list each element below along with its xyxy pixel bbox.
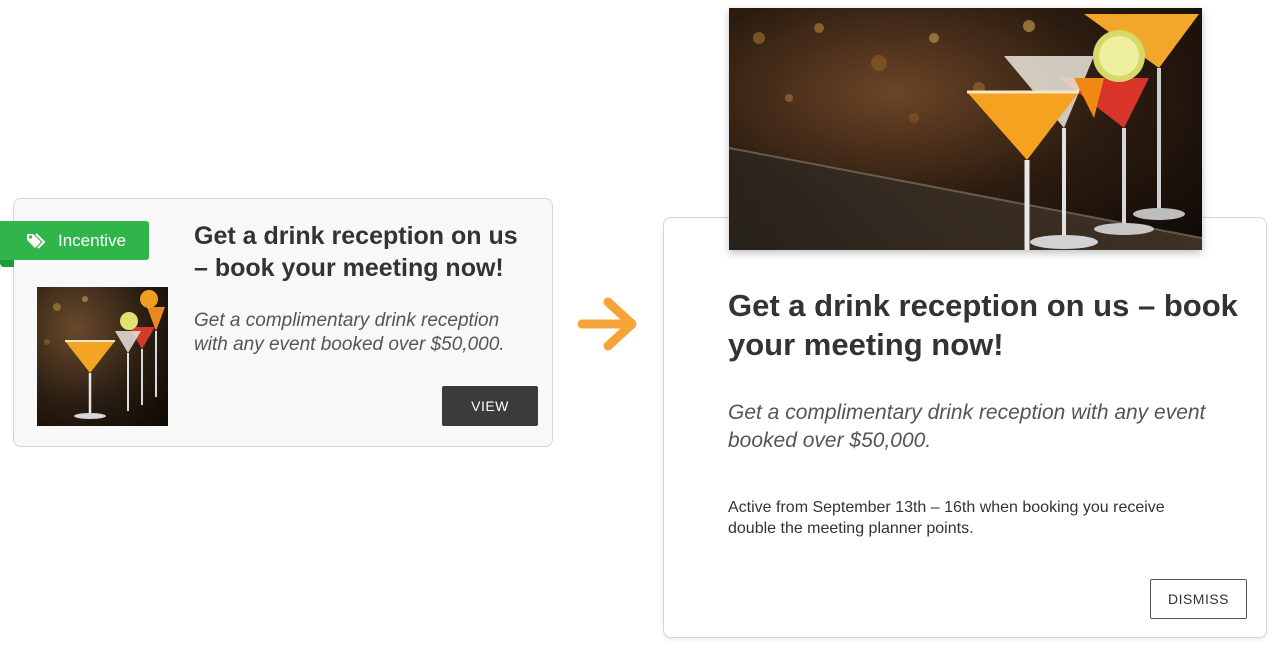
cocktail-thumbnail: [37, 287, 168, 426]
cocktail-hero-image: [729, 8, 1202, 250]
dismiss-button[interactable]: DISMISS: [1150, 579, 1247, 619]
large-card-description: Get a complimentary drink reception with…: [728, 401, 1206, 452]
incentive-tag: Incentive: [0, 221, 149, 260]
price-tag-icon: [26, 232, 48, 250]
small-card-description: Get a complimentary drink reception with…: [194, 310, 505, 355]
view-button[interactable]: VIEW: [442, 386, 538, 426]
arrow-right-icon: [577, 294, 642, 354]
incentive-tag-label: Incentive: [58, 230, 127, 250]
small-card-title: Get a drink reception on us – book your …: [194, 222, 518, 282]
large-card-title: Get a drink reception on us – book your …: [728, 288, 1238, 362]
large-card-note: Active from September 13th – 16th when b…: [728, 499, 1165, 537]
